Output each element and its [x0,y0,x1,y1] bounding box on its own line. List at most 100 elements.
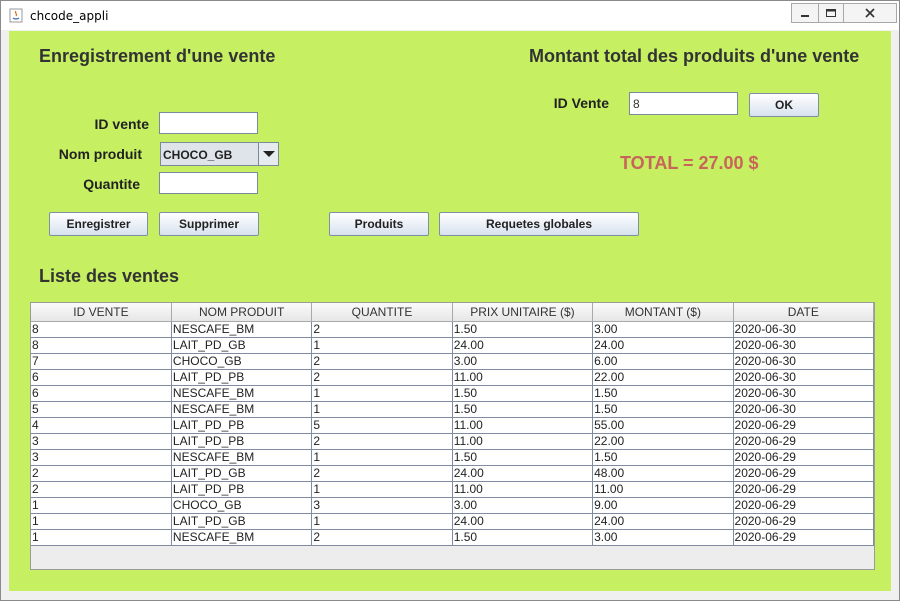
table-cell[interactable]: 2020-06-29 [733,465,874,482]
table-cell[interactable]: 7 [31,353,172,370]
table-cell[interactable]: 11.00 [452,369,594,386]
table-cell[interactable]: 11.00 [592,481,734,498]
table-cell[interactable]: 22.00 [592,433,734,450]
table-cell[interactable]: 24.00 [452,513,594,530]
table-cell[interactable]: LAIT_PD_PB [171,417,313,434]
table-cell[interactable]: 6 [31,369,172,386]
table-cell[interactable]: 11.00 [452,433,594,450]
produits-button[interactable]: Produits [329,212,429,236]
table-cell[interactable]: 2 [311,529,453,546]
table-cell[interactable]: 3 [311,497,453,514]
column-header-montant[interactable]: MONTANT ($) [592,303,734,322]
minimize-button[interactable] [792,4,819,22]
table-cell[interactable]: 2 [311,465,453,482]
table-cell[interactable]: 2020-06-29 [733,481,874,498]
table-cell[interactable]: 2020-06-30 [733,385,874,402]
id-vente-total-input[interactable] [629,92,738,115]
table-cell[interactable]: NESCAFE_BM [171,529,313,546]
column-header-quantite[interactable]: QUANTITE [311,303,453,322]
ventes-table[interactable]: ID VENTE NOM PRODUIT QUANTITE PRIX UNITA… [30,302,875,570]
table-cell[interactable]: 1 [311,449,453,466]
table-cell[interactable]: 1 [311,481,453,498]
table-cell[interactable]: NESCAFE_BM [171,321,313,338]
table-cell[interactable]: 2 [31,465,172,482]
column-header-id-vente[interactable]: ID VENTE [31,303,172,322]
table-cell[interactable]: 1.50 [592,385,734,402]
table-cell[interactable]: 1.50 [592,401,734,418]
table-cell[interactable]: 1 [311,401,453,418]
table-row[interactable]: 2 LAIT_PD_PB 1 11.00 11.00 2020-06-29 [31,481,874,498]
ok-button[interactable]: OK [749,93,819,117]
table-cell[interactable]: 1.50 [452,449,594,466]
table-cell[interactable]: LAIT_PD_PB [171,369,313,386]
table-cell[interactable]: 2 [311,433,453,450]
column-header-nom-produit[interactable]: NOM PRODUIT [171,303,313,322]
table-cell[interactable]: 1 [31,513,172,530]
table-cell[interactable]: 2020-06-29 [733,417,874,434]
table-cell[interactable]: 5 [31,401,172,418]
table-cell[interactable]: 6.00 [592,353,734,370]
table-cell[interactable]: 1.50 [452,321,594,338]
table-cell[interactable]: LAIT_PD_GB [171,465,313,482]
table-cell[interactable]: 2 [311,321,453,338]
table-cell[interactable]: 2 [311,353,453,370]
table-row[interactable]: 6 NESCAFE_BM 1 1.50 1.50 2020-06-30 [31,385,874,402]
table-cell[interactable]: 3.00 [452,497,594,514]
table-cell[interactable]: LAIT_PD_PB [171,433,313,450]
table-cell[interactable]: NESCAFE_BM [171,385,313,402]
table-row[interactable]: 7 CHOCO_GB 2 3.00 6.00 2020-06-30 [31,353,874,370]
table-cell[interactable]: 3.00 [592,321,734,338]
table-cell[interactable]: 22.00 [592,369,734,386]
table-row[interactable]: 3 LAIT_PD_PB 2 11.00 22.00 2020-06-29 [31,433,874,450]
table-cell[interactable]: 3 [31,449,172,466]
id-vente-input[interactable] [159,112,258,134]
table-cell[interactable]: 11.00 [452,481,594,498]
table-cell[interactable]: 3.00 [452,353,594,370]
table-cell[interactable]: 1.50 [592,449,734,466]
table-cell[interactable]: 9.00 [592,497,734,514]
table-cell[interactable]: 55.00 [592,417,734,434]
table-cell[interactable]: 2 [31,481,172,498]
table-row[interactable]: 3 NESCAFE_BM 1 1.50 1.50 2020-06-29 [31,449,874,466]
table-row[interactable]: 8 LAIT_PD_GB 1 24.00 24.00 2020-06-30 [31,337,874,354]
table-cell[interactable]: LAIT_PD_GB [171,337,313,354]
table-cell[interactable]: LAIT_PD_PB [171,481,313,498]
table-cell[interactable]: 4 [31,417,172,434]
column-header-prix-unitaire[interactable]: PRIX UNITAIRE ($) [452,303,594,322]
table-cell[interactable]: 1 [31,529,172,546]
table-cell[interactable]: LAIT_PD_GB [171,513,313,530]
table-cell[interactable]: 2020-06-29 [733,529,874,546]
table-cell[interactable]: 3 [31,433,172,450]
table-cell[interactable]: 1.50 [452,529,594,546]
table-row[interactable]: 1 LAIT_PD_GB 1 24.00 24.00 2020-06-29 [31,513,874,530]
table-cell[interactable]: 24.00 [592,337,734,354]
nom-produit-combobox[interactable]: CHOCO_GB [160,142,279,166]
table-row[interactable]: 6 LAIT_PD_PB 2 11.00 22.00 2020-06-30 [31,369,874,386]
table-cell[interactable]: 1.50 [452,401,594,418]
table-cell[interactable]: 2020-06-29 [733,497,874,514]
table-cell[interactable]: NESCAFE_BM [171,401,313,418]
table-cell[interactable]: CHOCO_GB [171,353,313,370]
table-cell[interactable]: 1 [311,337,453,354]
close-button[interactable] [844,4,896,22]
title-bar[interactable]: chcode_appli [1,1,899,30]
table-cell[interactable]: 24.00 [592,513,734,530]
table-cell[interactable]: 2020-06-29 [733,513,874,530]
table-row[interactable]: 1 CHOCO_GB 3 3.00 9.00 2020-06-29 [31,497,874,514]
table-row[interactable]: 5 NESCAFE_BM 1 1.50 1.50 2020-06-30 [31,401,874,418]
table-cell[interactable]: 3.00 [592,529,734,546]
table-cell[interactable]: 2020-06-30 [733,369,874,386]
table-cell[interactable]: 8 [31,337,172,354]
dropdown-arrow-icon[interactable] [258,143,278,165]
table-cell[interactable]: 11.00 [452,417,594,434]
table-cell[interactable]: 5 [311,417,453,434]
table-cell[interactable]: 2020-06-30 [733,401,874,418]
table-row[interactable]: 2 LAIT_PD_GB 2 24.00 48.00 2020-06-29 [31,465,874,482]
table-cell[interactable]: 2020-06-29 [733,433,874,450]
table-row[interactable]: 1 NESCAFE_BM 2 1.50 3.00 2020-06-29 [31,529,874,546]
table-cell[interactable]: 2 [311,369,453,386]
table-cell[interactable]: 8 [31,321,172,338]
table-cell[interactable]: 2020-06-30 [733,353,874,370]
quantite-input[interactable] [159,172,258,194]
table-cell[interactable]: 6 [31,385,172,402]
